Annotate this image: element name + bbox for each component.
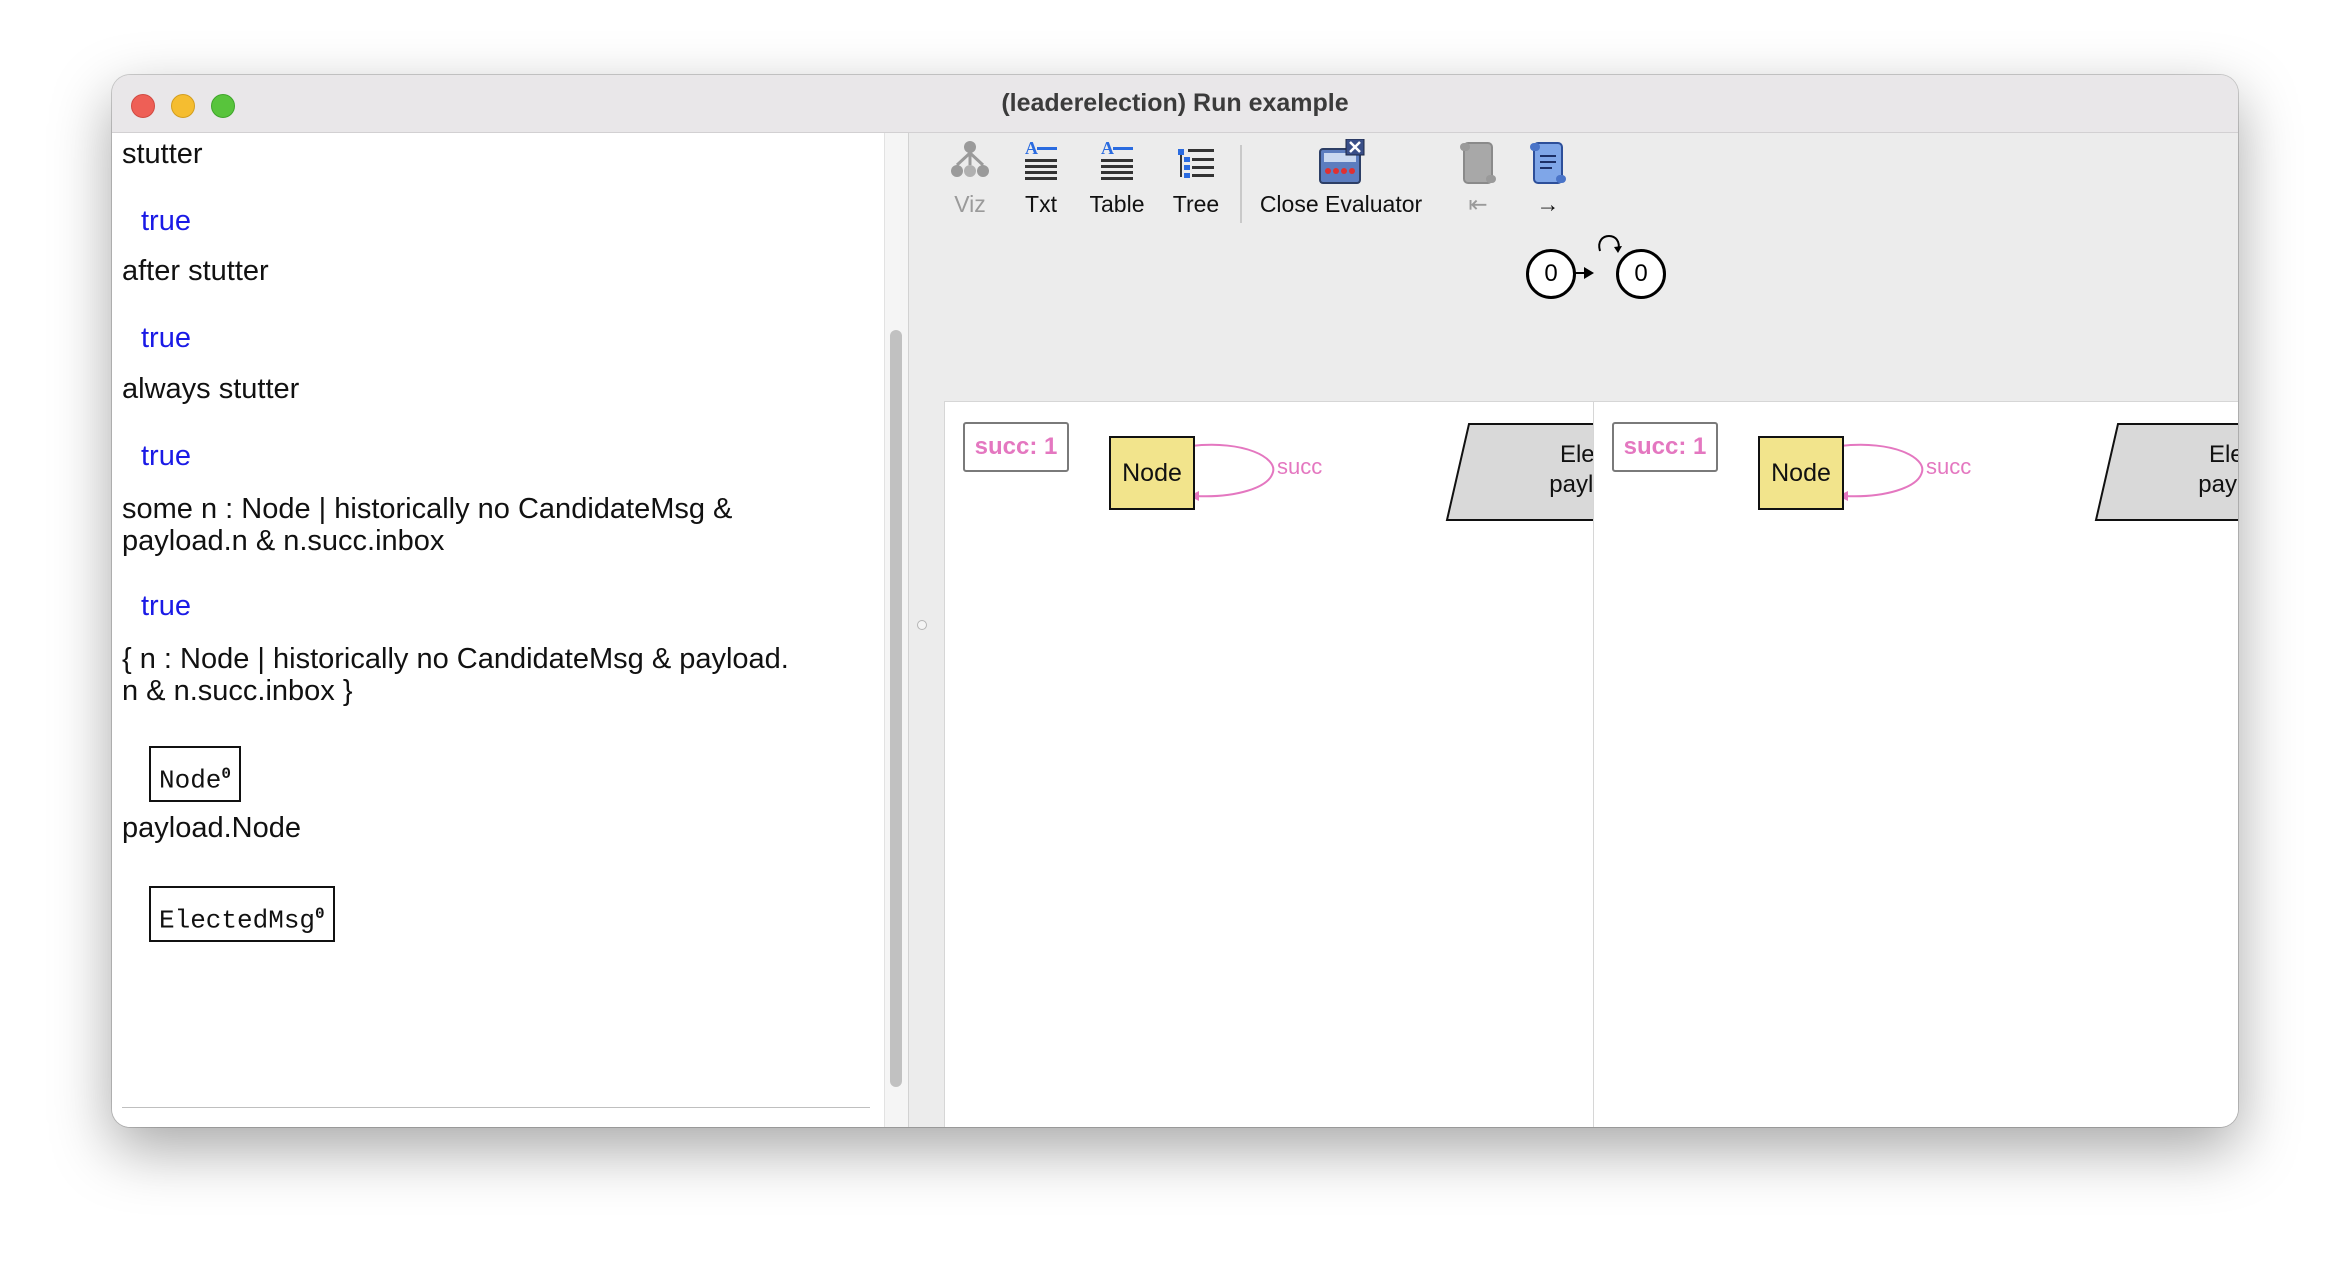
table-button[interactable]: A Table xyxy=(1084,133,1150,233)
eval-result: true xyxy=(141,205,191,237)
eval-result: true xyxy=(141,440,191,472)
succ-edge-label: succ xyxy=(1926,454,1972,479)
visualizer-pane: Viz A Txt A Table Tree Close Evaluator ⇤… xyxy=(934,133,2238,1127)
node-atom[interactable]: Node xyxy=(1109,436,1195,510)
eval-expression: after stutter xyxy=(122,255,269,287)
eval-expression: always stutter xyxy=(122,373,300,405)
txt-label: Txt xyxy=(1025,191,1057,217)
succ-edge-label: succ xyxy=(1277,454,1323,479)
trace-back-label: ⇤ xyxy=(1468,191,1488,217)
tree-icon xyxy=(1178,149,1214,178)
eval-expression-cont: payload.n & n.succ.inbox xyxy=(122,525,445,557)
atom-index: 0 xyxy=(221,765,232,783)
window-title: (leaderelection) Run example xyxy=(1001,89,1349,117)
atom-result-box: Node0 xyxy=(149,746,242,802)
split-handle-icon[interactable] xyxy=(917,620,927,630)
scroll-forward-icon xyxy=(1530,142,1566,184)
elected-line2: payload: xyxy=(1549,471,1594,498)
atom-name: Node xyxy=(159,765,222,796)
close-evaluator-label: Close Evaluator xyxy=(1259,191,1423,217)
elected-msg-label: Elected payload: xyxy=(1475,440,1594,500)
eval-expression: { n : Node | historically no CandidateMs… xyxy=(122,643,789,675)
app-window: (leaderelection) Run example stutter tru… xyxy=(112,75,2238,1127)
trace-back-button[interactable]: ⇤ xyxy=(1454,133,1502,233)
title-bar: (leaderelection) Run example xyxy=(112,75,2238,133)
viz-label: Viz xyxy=(954,191,986,217)
trace-forward-button[interactable]: → xyxy=(1524,133,1572,233)
split-divider[interactable] xyxy=(908,133,935,1127)
trace-state-1[interactable]: 0 xyxy=(1616,249,1666,299)
viz-button[interactable]: Viz xyxy=(944,133,996,233)
tree-label: Tree xyxy=(1172,191,1220,217)
trace-forward-label: → xyxy=(1536,191,1560,217)
txt-button[interactable]: A Txt xyxy=(1018,133,1064,233)
trace-state-label: 0 xyxy=(1634,260,1648,287)
atom-index: 0 xyxy=(315,905,325,923)
close-evaluator-icon xyxy=(1319,139,1365,184)
eval-expression: stutter xyxy=(122,138,203,170)
viz-icon xyxy=(951,141,989,177)
toolbar-separator xyxy=(1240,145,1242,223)
svg-text:A: A xyxy=(1101,139,1114,158)
scroll-back-icon xyxy=(1460,142,1496,184)
elected-msg-label: Elected payload: xyxy=(2124,440,2238,500)
txt-icon: A xyxy=(1025,139,1057,180)
state-panel-left[interactable]: succ: 1 Node succ Elected payload: xyxy=(944,401,1594,1127)
input-separator xyxy=(122,1107,870,1108)
evaluator-scroll-thumb[interactable] xyxy=(890,330,902,1087)
elected-line1: Elected xyxy=(2208,441,2238,468)
eval-result: true xyxy=(141,590,191,622)
tree-button[interactable]: Tree xyxy=(1168,133,1224,233)
trace-state-label: 0 xyxy=(1544,260,1558,287)
succ-projection-box[interactable]: succ: 1 xyxy=(963,422,1069,472)
eval-expression-cont: n & n.succ.inbox } xyxy=(122,675,353,707)
eval-result: true xyxy=(141,322,191,354)
node-atom[interactable]: Node xyxy=(1758,436,1844,510)
atom-name: ElectedMsg xyxy=(159,905,316,936)
table-icon: A xyxy=(1101,139,1133,180)
elected-line1: Elected xyxy=(1559,441,1594,468)
eval-expression: payload.Node xyxy=(122,812,301,844)
succ-projection-box[interactable]: succ: 1 xyxy=(1612,422,1718,472)
close-evaluator-button[interactable]: Close Evaluator xyxy=(1254,133,1428,233)
svg-text:A: A xyxy=(1025,139,1038,158)
elected-line2: payload: xyxy=(2198,471,2238,498)
table-label: Table xyxy=(1089,191,1145,217)
trace-state-0[interactable]: 0 xyxy=(1526,249,1576,299)
evaluator-pane: stutter true after stutter true always s… xyxy=(112,133,884,1127)
eval-expression: some n : Node | historically no Candidat… xyxy=(122,493,733,525)
state-panel-right[interactable]: succ: 1 Node succ Elected payload: xyxy=(1593,401,2238,1127)
atom-result-box: ElectedMsg0 xyxy=(149,886,335,942)
